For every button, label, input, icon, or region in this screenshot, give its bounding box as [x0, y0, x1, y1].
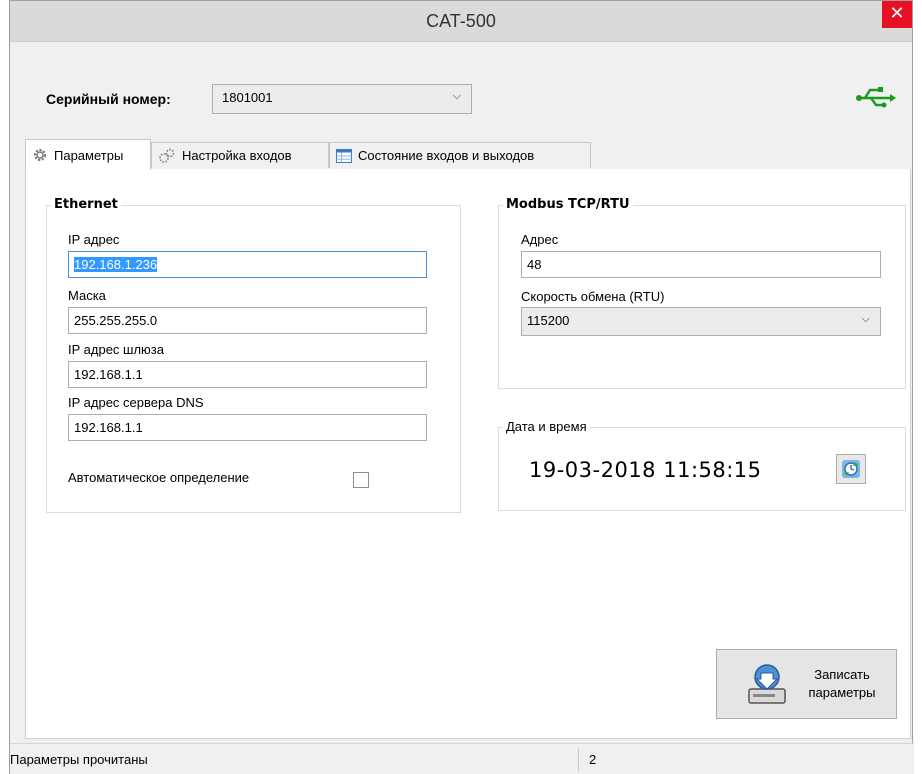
status-message: Параметры прочитаны: [10, 752, 148, 767]
chevron-down-icon: ⌵: [861, 312, 870, 325]
modbus-group: Modbus TCP/RTU Адрес 48 Скорость обмена …: [498, 197, 906, 389]
modbus-address-label: Адрес: [521, 232, 559, 247]
ethernet-group: Ethernet IP адрес 192.168.1.236 Маска 25…: [46, 197, 461, 513]
dns-input[interactable]: 192.168.1.1: [68, 414, 427, 441]
gateway-label: IP адрес шлюза: [68, 342, 165, 357]
tab-io-state[interactable]: Состояние входов и выходов: [329, 142, 591, 168]
baud-rate-label: Скорость обмена (RTU): [521, 289, 665, 304]
chevron-down-icon: ⌵: [452, 89, 461, 102]
write-parameters-label: Записать параметры: [797, 666, 887, 702]
dns-label: IP адрес сервера DNS: [68, 395, 204, 410]
status-count: 2: [589, 752, 597, 767]
app-window: CAT-500 ✕ Серийный номер: 1801001 ⌵ Пара…: [9, 0, 914, 774]
write-parameters-button[interactable]: Записать параметры: [716, 649, 897, 719]
window-title: CAT-500: [426, 11, 496, 31]
serial-number-value: 1801001: [222, 90, 273, 105]
tab-parameters[interactable]: Параметры: [25, 139, 151, 170]
tab-strip: Параметры Настройка входов Состояние вхо…: [25, 138, 911, 171]
gateway-input[interactable]: 192.168.1.1: [68, 361, 427, 388]
title-bar: CAT-500 ✕: [10, 1, 912, 42]
ip-address-input[interactable]: 192.168.1.236: [68, 251, 427, 278]
usb-icon: [856, 87, 896, 108]
gear-icon: [32, 147, 48, 163]
datetime-group: Дата и время 19-03-2018 11:58:15: [498, 419, 906, 511]
table-icon: [336, 148, 352, 163]
modbus-group-title: Modbus TCP/RTU: [503, 197, 633, 212]
mask-label: Маска: [68, 288, 106, 303]
ip-address-label: IP адрес: [68, 232, 120, 247]
datetime-group-title: Дата и время: [503, 419, 590, 434]
datetime-value: 19-03-2018 11:58:15: [529, 458, 762, 482]
serial-number-label: Серийный номер:: [46, 91, 171, 107]
modbus-address-input[interactable]: 48: [521, 251, 881, 278]
clock-sync-icon: [842, 460, 860, 478]
ip-address-value: 192.168.1.236: [74, 257, 158, 272]
status-divider: [578, 748, 579, 772]
auto-detect-checkbox[interactable]: [353, 472, 369, 488]
save-device-icon: [748, 664, 786, 704]
tab-label: Настройка входов: [182, 148, 292, 163]
tab-label: Состояние входов и выходов: [358, 148, 535, 163]
sync-time-button[interactable]: [836, 454, 866, 484]
tab-inputs-settings[interactable]: Настройка входов: [151, 142, 329, 168]
baud-rate-value: 115200: [527, 313, 570, 328]
tab-label: Параметры: [54, 147, 124, 163]
gears-icon: [158, 148, 176, 164]
write-label-line1: Записать: [814, 667, 870, 682]
write-label-line2: параметры: [808, 685, 876, 700]
mask-input[interactable]: 255.255.255.0: [68, 307, 427, 334]
ethernet-group-title: Ethernet: [51, 197, 121, 212]
status-bar: Параметры прочитаны 2: [10, 743, 914, 774]
serial-number-select[interactable]: 1801001 ⌵: [212, 84, 472, 114]
baud-rate-select[interactable]: 115200 ⌵: [521, 307, 881, 336]
auto-detect-label: Автоматическое определение: [68, 470, 250, 485]
close-button[interactable]: ✕: [882, 1, 912, 28]
